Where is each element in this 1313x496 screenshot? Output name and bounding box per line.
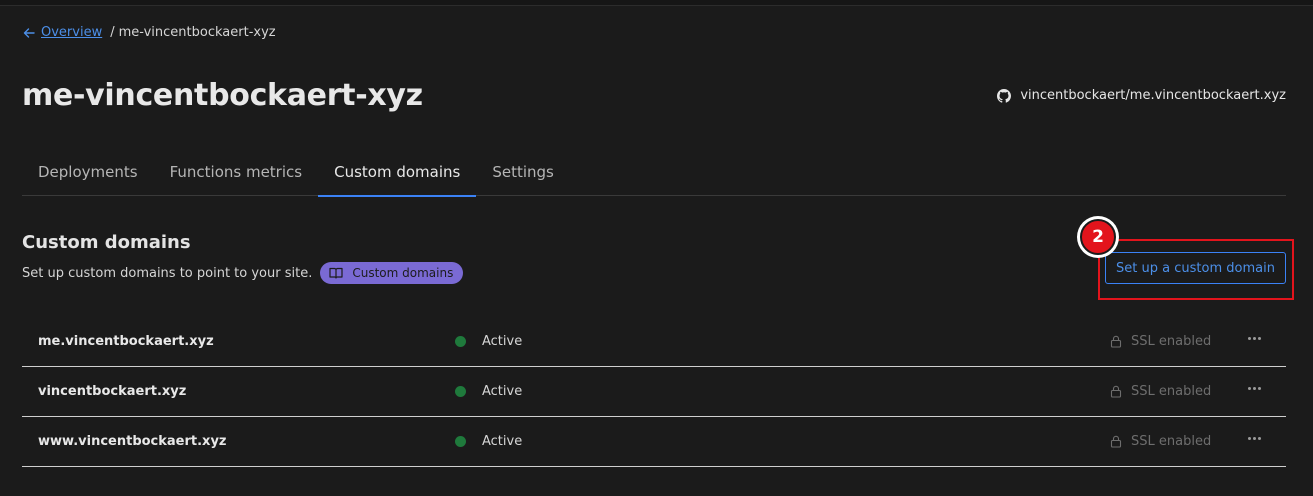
annotation-step-number: 2 <box>1080 219 1116 255</box>
more-options-icon[interactable] <box>1244 378 1264 398</box>
back-link[interactable]: Overview <box>22 25 102 40</box>
domain-row: www.vincentbockaert.xyz Active SSL enabl… <box>22 417 1286 467</box>
page: Overview / me-vincentbockaert-xyz me-vin… <box>0 0 1313 496</box>
top-bar <box>0 0 1313 6</box>
domain-status: Active <box>455 334 522 349</box>
more-options-icon[interactable] <box>1244 428 1264 448</box>
ssl-label: SSL enabled <box>1131 384 1212 399</box>
repo-name: vincentbockaert/me.vincentbockaert.xyz <box>1020 88 1286 103</box>
setup-custom-domain-button[interactable]: Set up a custom domain <box>1105 252 1286 284</box>
page-title: me-vincentbockaert-xyz <box>22 78 423 113</box>
lock-icon <box>1110 385 1122 398</box>
ssl-label: SSL enabled <box>1131 334 1212 349</box>
domain-row: vincentbockaert.xyz Active SSL enabled <box>22 367 1286 417</box>
tab-custom-domains[interactable]: Custom domains <box>318 150 477 197</box>
tab-bar: Deployments Functions metrics Custom dom… <box>22 150 1286 197</box>
github-icon <box>997 88 1012 103</box>
section-title: Custom domains <box>22 232 191 253</box>
status-dot-icon <box>455 386 466 397</box>
ssl-status: SSL enabled <box>1110 384 1211 399</box>
breadcrumb: Overview / me-vincentbockaert-xyz <box>22 25 276 40</box>
domain-list: me.vincentbockaert.xyz Active SSL enable… <box>22 317 1286 467</box>
section-description-text: Set up custom domains to point to your s… <box>22 265 313 281</box>
ssl-label: SSL enabled <box>1131 434 1212 449</box>
status-label: Active <box>482 334 523 349</box>
status-dot-icon <box>455 336 466 347</box>
breadcrumb-current: me-vincentbockaert-xyz <box>118 25 276 40</box>
tab-functions-metrics[interactable]: Functions metrics <box>154 150 319 196</box>
domain-name: vincentbockaert.xyz <box>38 384 187 399</box>
breadcrumb-separator: / <box>110 25 115 40</box>
docs-pill-label: Custom domains <box>352 266 454 280</box>
section-description: Set up custom domains to point to your s… <box>22 262 464 284</box>
status-dot-icon <box>455 436 466 447</box>
domain-name: www.vincentbockaert.xyz <box>38 434 227 449</box>
domain-name: me.vincentbockaert.xyz <box>38 334 214 349</box>
book-icon <box>329 267 343 279</box>
lock-icon <box>1110 335 1122 348</box>
domain-row: me.vincentbockaert.xyz Active SSL enable… <box>22 317 1286 367</box>
domain-status: Active <box>455 434 522 449</box>
tab-deployments[interactable]: Deployments <box>22 150 154 196</box>
more-options-icon[interactable] <box>1244 328 1264 348</box>
lock-icon <box>1110 435 1122 448</box>
domain-status: Active <box>455 384 522 399</box>
status-label: Active <box>482 434 523 449</box>
repo-link[interactable]: vincentbockaert/me.vincentbockaert.xyz <box>997 88 1286 103</box>
docs-pill-link[interactable]: Custom domains <box>320 262 464 284</box>
status-label: Active <box>482 384 523 399</box>
tab-settings[interactable]: Settings <box>476 150 570 196</box>
annotation-step-badge: 2 <box>1077 216 1119 258</box>
breadcrumb-overview[interactable]: Overview <box>41 25 102 40</box>
arrow-left-icon <box>23 27 35 38</box>
ssl-status: SSL enabled <box>1110 334 1211 349</box>
ssl-status: SSL enabled <box>1110 434 1211 449</box>
